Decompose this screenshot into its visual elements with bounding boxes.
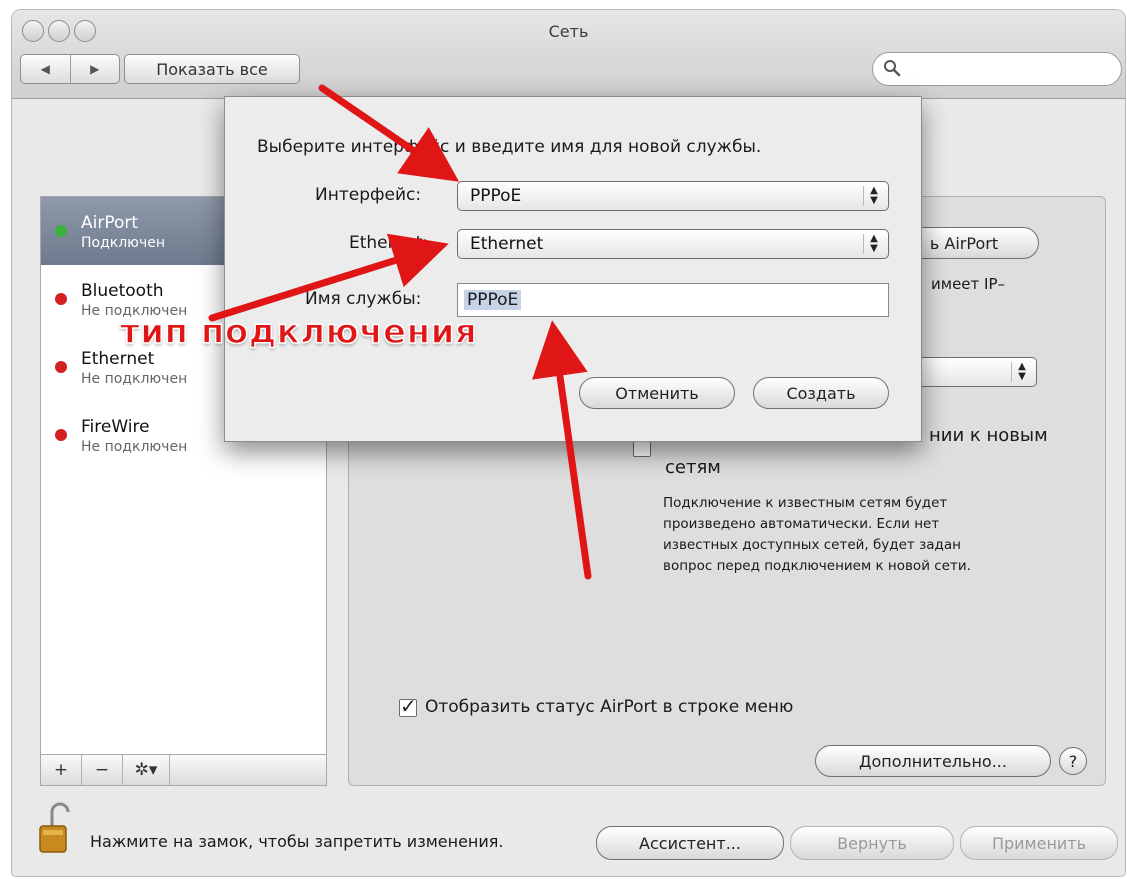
annotation-label: тип подключения bbox=[119, 311, 478, 353]
arrow-to-interface bbox=[318, 84, 460, 182]
annotation-arrows bbox=[208, 84, 592, 580]
arrow-to-ethernet bbox=[208, 233, 449, 322]
arrow-to-service-name bbox=[532, 320, 592, 580]
